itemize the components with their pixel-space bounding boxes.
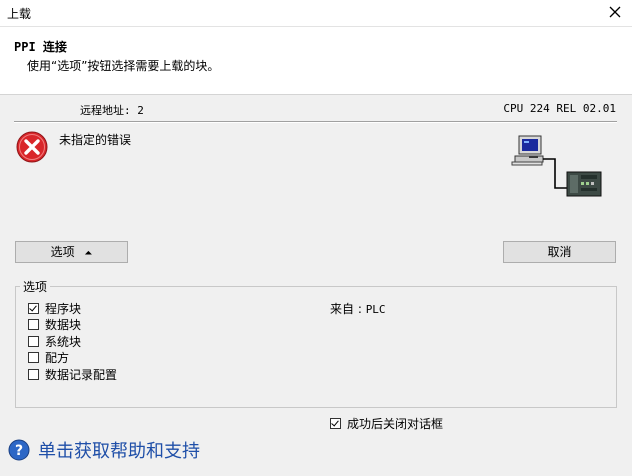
header-title: PPI 连接 [14, 40, 67, 54]
cpu-info: CPU 224 REL 02.01 [503, 102, 616, 115]
checkbox-box[interactable] [28, 351, 39, 363]
svg-text:?: ? [15, 443, 23, 459]
source-label: 来自 : [330, 302, 362, 316]
checkbox-label: 数据记录配置 [45, 367, 118, 382]
remote-address: 远程地址: 2 [80, 104, 144, 117]
help-link[interactable]: ? 单击获取帮助和支持 [8, 437, 200, 463]
options-group-legend: 选项 [20, 278, 51, 295]
checkbox-label: 成功后关闭对话框 [347, 416, 444, 431]
checkbox-box[interactable] [330, 417, 341, 429]
cancel-button[interactable]: 取消 [503, 241, 616, 263]
checkbox-label: 系统块 [45, 334, 82, 349]
checkbox-close-after-success[interactable]: 成功后关闭对话框 [330, 415, 443, 431]
divider [14, 121, 617, 123]
close-icon[interactable] [607, 4, 623, 20]
dialog-header: PPI 连接 使用“选项”按钮选择需要上载的块。 [0, 27, 632, 95]
error-message: 未指定的错误 [59, 133, 132, 147]
title-bar: 上载 [0, 0, 632, 27]
checkbox-box[interactable] [28, 335, 39, 347]
header-subtitle: 使用“选项”按钮选择需要上载的块。 [27, 59, 220, 73]
checkbox-box[interactable] [28, 318, 39, 330]
checkbox-data-log-config[interactable]: 数据记录配置 [28, 366, 117, 382]
checkbox-label: 配方 [45, 350, 70, 365]
checkbox-data-block[interactable]: 数据块 [28, 316, 81, 332]
options-group [15, 286, 617, 408]
checkbox-program-block[interactable]: 程序块 [28, 300, 81, 316]
computer-plc-connection-icon [511, 135, 602, 197]
help-icon: ? [8, 439, 30, 461]
checkbox-recipe[interactable]: 配方 [28, 349, 69, 365]
error-icon [16, 131, 48, 163]
checkbox-label: 程序块 [45, 301, 82, 316]
source-info: 来自 : PLC [330, 300, 386, 317]
checkbox-box[interactable] [28, 368, 39, 380]
source-value: PLC [365, 303, 386, 316]
help-link-text[interactable]: 单击获取帮助和支持 [38, 437, 200, 463]
options-button-label: 选项 [50, 245, 75, 259]
checkbox-box[interactable] [28, 302, 39, 314]
chevron-up-icon: ⏶ [84, 248, 93, 259]
options-button[interactable]: 选项 ⏶ [15, 241, 128, 263]
window-title: 上载 [7, 7, 32, 21]
checkbox-system-block[interactable]: 系统块 [28, 333, 81, 349]
checkbox-label: 数据块 [45, 317, 82, 332]
